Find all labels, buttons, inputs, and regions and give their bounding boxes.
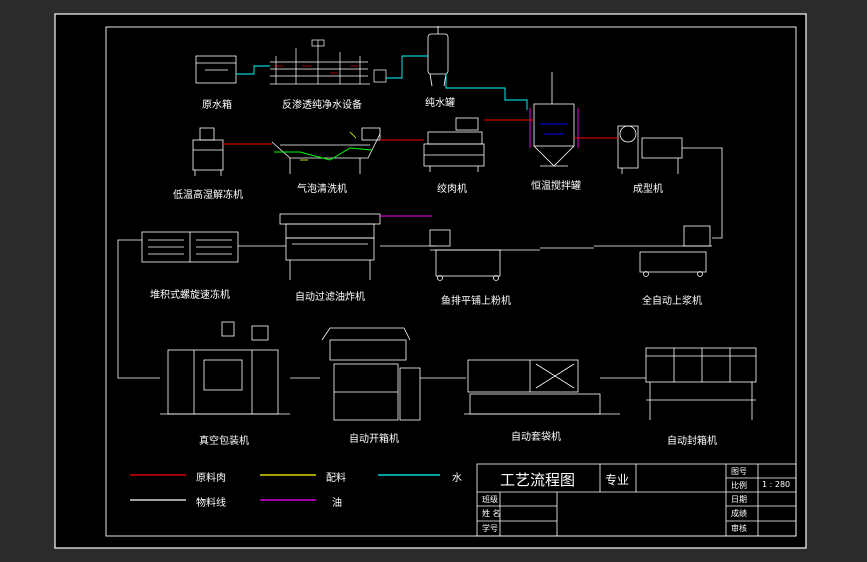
legend-ingredients-label: 配料 <box>326 473 346 484</box>
label-raw-water-tank: 原水箱 <box>202 100 232 111</box>
label-pure-water-tank: 纯水罐 <box>425 98 455 109</box>
drawing-title: 工艺流程图 <box>500 471 576 489</box>
label-mixing-tank: 恒温搅拌罐 <box>531 181 581 192</box>
label-vacuum-packer: 真空包装机 <box>199 436 249 447</box>
label-battering-machine: 全自动上浆机 <box>642 296 702 307</box>
legend-oil-label: 油 <box>332 498 342 509</box>
drawing-no-label: 图号 <box>731 467 747 476</box>
label-spiral-freezer: 堆积式螺旋速冻机 <box>150 290 230 301</box>
label-ro-equipment: 反渗透纯净水设备 <box>282 100 362 111</box>
label-fryer: 自动过滤油炸机 <box>295 292 365 303</box>
major-label: 专业 <box>605 473 630 487</box>
label-thawing-machine: 低温高湿解冻机 <box>173 190 243 201</box>
review-label: 审核 <box>731 524 747 533</box>
label-bubble-washer: 气泡清洗机 <box>297 184 347 195</box>
scale-value: 1 : 280 <box>762 480 791 489</box>
legend-material-line-label: 物料线 <box>196 498 226 509</box>
class-label: 班级 <box>482 495 498 504</box>
name-label: 姓 名 <box>482 509 501 518</box>
label-case-sealer: 自动封箱机 <box>667 436 717 447</box>
legend-water-label: 水 <box>452 473 462 484</box>
process-flow-drawing <box>54 13 807 549</box>
scale-label: 比例 <box>731 481 747 490</box>
label-meat-grinder: 绞肉机 <box>437 184 467 195</box>
label-breading-machine: 鱼排平铺上粉机 <box>441 296 511 307</box>
label-forming-machine: 成型机 <box>633 184 663 195</box>
legend-raw-meat-label: 原料肉 <box>196 473 226 484</box>
date-label: 日期 <box>731 495 747 504</box>
score-label: 成绩 <box>731 509 747 518</box>
label-case-erector: 自动开箱机 <box>349 434 399 445</box>
label-bagging-machine: 自动套袋机 <box>511 432 561 443</box>
student-no-label: 学号 <box>482 524 498 533</box>
